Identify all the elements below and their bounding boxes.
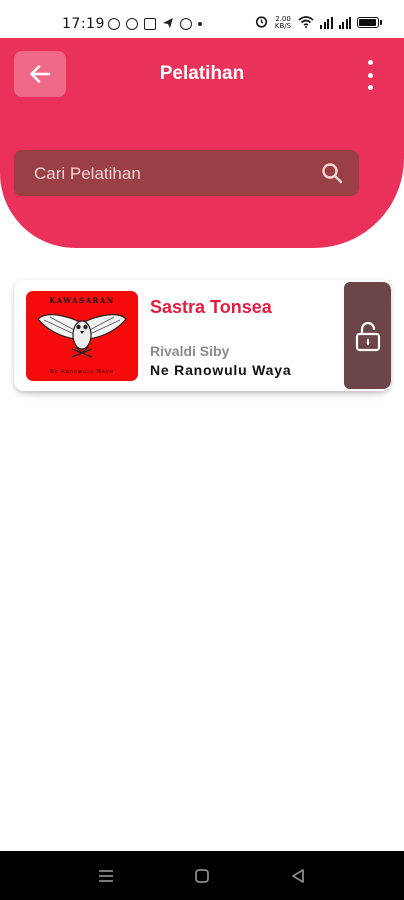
app-notification-icon bbox=[144, 17, 156, 30]
notification-icon bbox=[108, 17, 120, 30]
course-instructor: Rivaldi Siby bbox=[150, 343, 230, 359]
back-nav-button[interactable] bbox=[288, 866, 308, 886]
triangle-back-icon bbox=[292, 869, 304, 883]
network-speed-unit: KB/S bbox=[274, 21, 292, 30]
signal-icon bbox=[320, 16, 333, 29]
wifi-icon bbox=[298, 13, 314, 32]
header: Pelatihan bbox=[0, 38, 404, 248]
recent-apps-button[interactable] bbox=[96, 866, 116, 886]
owl-emblem-icon bbox=[37, 314, 127, 358]
more-options-button[interactable] bbox=[358, 60, 382, 90]
home-button[interactable] bbox=[192, 866, 212, 886]
thumbnail-bottom-text: Ne Ranowulu Waya bbox=[49, 369, 115, 375]
signal-2-icon bbox=[338, 16, 351, 29]
more-notifications-dot-icon bbox=[198, 21, 202, 26]
menu-icon bbox=[99, 870, 113, 882]
network-speed: 2.00 KB/S bbox=[274, 15, 292, 30]
course-card[interactable]: KAWASARAN Ne Ranowulu Waya Sastra Tonsea… bbox=[14, 280, 391, 391]
lock-button[interactable] bbox=[344, 282, 391, 389]
system-nav-bar bbox=[0, 851, 404, 900]
course-title: Sastra Tonsea bbox=[150, 297, 272, 317]
course-subtitle: Ne Ranowulu Waya bbox=[150, 362, 292, 378]
page-title: Pelatihan bbox=[159, 63, 245, 84]
more-dot bbox=[367, 72, 373, 78]
search-box bbox=[14, 150, 359, 198]
alarm-icon bbox=[255, 13, 268, 32]
more-dot bbox=[367, 85, 373, 90]
course-thumbnail: KAWASARAN Ne Ranowulu Waya bbox=[26, 291, 138, 381]
search-input[interactable] bbox=[32, 150, 316, 198]
whatsapp-icon bbox=[126, 17, 138, 30]
system-icons: 2.00 KB/S bbox=[255, 13, 382, 32]
facebook-icon bbox=[180, 17, 192, 30]
notification-icons bbox=[108, 14, 202, 33]
more-vertical-icon bbox=[367, 60, 373, 65]
square-icon bbox=[195, 869, 209, 883]
search-icon[interactable] bbox=[320, 161, 344, 185]
unlock-icon bbox=[355, 321, 380, 351]
telegram-icon bbox=[162, 14, 174, 33]
battery-icon bbox=[357, 17, 379, 28]
thumbnail-top-text: KAWASARAN bbox=[49, 296, 115, 305]
status-time: 17:19 bbox=[62, 16, 105, 32]
battery-cap bbox=[380, 20, 382, 25]
status-bar: 17:19 2.00 KB/S bbox=[0, 0, 404, 38]
